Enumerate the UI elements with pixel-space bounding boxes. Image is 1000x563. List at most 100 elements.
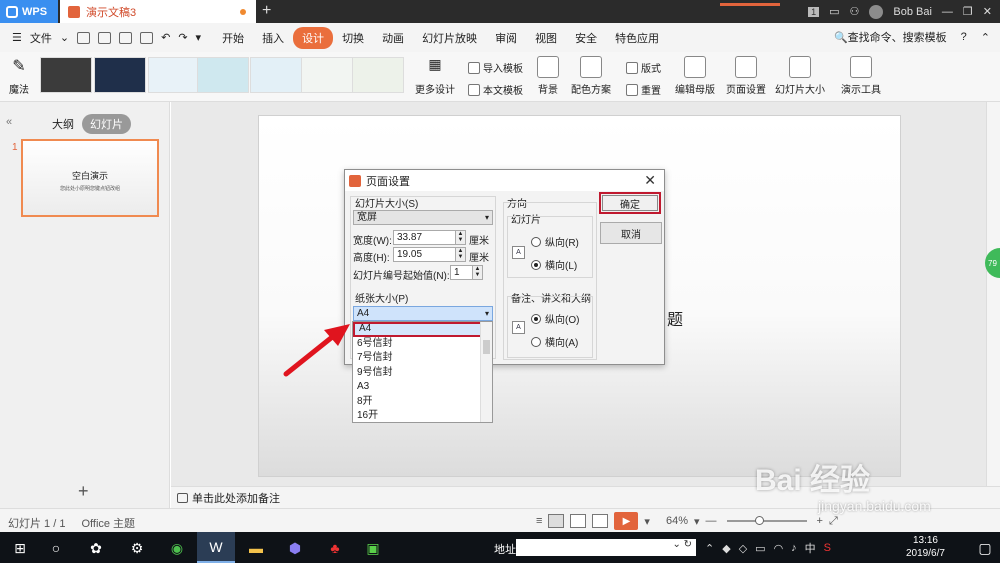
play-icon[interactable]: ▶ (614, 512, 639, 530)
slide-title-text[interactable]: 题 (667, 306, 683, 330)
tray-sogou-icon[interactable]: S (824, 542, 831, 554)
add-slide-button[interactable]: + (78, 481, 89, 502)
design-thumb-1[interactable] (40, 57, 92, 93)
tab-insert[interactable]: 插入 (253, 27, 293, 49)
reset-button[interactable]: 重置 (626, 82, 661, 97)
hamburger-icon[interactable]: ☰ (12, 31, 22, 44)
more-design-button[interactable]: ▦ 更多设计 (412, 56, 458, 96)
dialog-close-icon[interactable]: ✕ (644, 172, 656, 189)
save-icon[interactable] (77, 31, 91, 44)
windows-start-icon[interactable]: ⊞ (10, 538, 30, 558)
import-template-button[interactable]: 导入模板 (468, 60, 523, 75)
wps-home-tab[interactable]: WPS (0, 0, 58, 23)
zoom-knob[interactable] (754, 516, 764, 525)
slide-thumbnail[interactable]: 空白演示 您此处小原明您键点钮改组 (21, 139, 159, 217)
help-icon[interactable]: ? (961, 31, 967, 43)
undo-icon[interactable]: ↶ (161, 31, 170, 44)
slides-portrait-radio[interactable]: 纵向(R) (531, 234, 579, 249)
collapse-ribbon-icon[interactable]: ⌃ (981, 31, 990, 44)
height-input[interactable]: 19.05 ▲ ▼ (393, 247, 466, 262)
zoom-dropdown-icon[interactable]: ▾ (694, 515, 700, 528)
background-button[interactable]: 背景 (532, 56, 564, 96)
start-number-input[interactable]: 1 ▲ ▼ (450, 265, 483, 280)
design-thumb-7[interactable] (352, 57, 404, 93)
width-spinner-icon[interactable]: ▲ ▼ (455, 231, 465, 244)
slide-size-button[interactable]: 幻灯片大小 (772, 56, 828, 96)
task-view-icon[interactable]: ✿ (86, 538, 106, 558)
user-name[interactable]: Bob Bai (893, 6, 932, 18)
dropdown-option[interactable]: A3 (353, 380, 492, 395)
tab-review[interactable]: 审阅 (486, 27, 526, 49)
slides-landscape-radio[interactable]: 横向(L) (531, 257, 577, 272)
tab-view[interactable]: 视图 (526, 27, 566, 49)
tab-transition[interactable]: 切换 (333, 27, 373, 49)
presenter-tools-button[interactable]: 演示工具 (838, 56, 884, 96)
tab-security[interactable]: 安全 (566, 27, 606, 49)
dropdown-option[interactable]: 8开 (353, 395, 492, 410)
start-number-spinner-icon[interactable]: ▲ ▼ (472, 266, 482, 279)
notifications-icon[interactable]: ▢ (975, 538, 995, 558)
tab-special[interactable]: 特色应用 (606, 27, 668, 49)
tray-network-icon[interactable]: ◇ (739, 542, 747, 555)
wps-taskbar-icon[interactable]: W (197, 532, 235, 563)
dropdown-option[interactable]: 6号信封 (353, 337, 492, 352)
design-thumb-6[interactable] (301, 57, 353, 93)
notes-landscape-radio[interactable]: 横向(A) (531, 334, 578, 349)
tray-volume-icon[interactable]: ♪ (791, 542, 797, 554)
edit-master-button[interactable]: 编辑母版 (674, 56, 716, 96)
close-icon[interactable]: ✕ (983, 5, 992, 18)
sorter-view-icon[interactable] (570, 514, 587, 528)
normal-view-icon[interactable] (548, 514, 565, 528)
tab-slides[interactable]: 幻灯片 (82, 114, 131, 134)
notes-portrait-radio[interactable]: 纵向(O) (531, 311, 579, 326)
file-menu[interactable]: 文件 (30, 30, 52, 46)
zoom-level[interactable]: 64% (666, 515, 688, 527)
magic-button[interactable]: ✎ 魔法 (6, 56, 32, 96)
clock[interactable]: 13:16 2019/6/7 (906, 534, 945, 560)
color-scheme-button[interactable]: 配色方案 (568, 56, 614, 96)
tab-start[interactable]: 开始 (213, 27, 253, 49)
tray-chevron-icon[interactable]: ⌃ (705, 542, 714, 555)
cancel-button[interactable]: 取消 (600, 222, 662, 244)
print-icon[interactable] (119, 31, 133, 44)
settings-gear-icon[interactable]: ⚙ (127, 538, 147, 558)
this-template-button[interactable]: 本文模板 (468, 82, 523, 97)
search-command[interactable]: 🔍查找命令、搜索模板 (834, 29, 947, 45)
zoom-out-icon[interactable]: — (706, 515, 717, 527)
height-spinner-icon[interactable]: ▲ ▼ (455, 248, 465, 261)
shirt-icon[interactable]: ⚇ (850, 5, 860, 18)
dropdown-scroll-thumb[interactable] (483, 340, 490, 354)
chevron-down-icon[interactable]: ⌄ (60, 31, 69, 44)
design-thumb-3[interactable] (148, 57, 200, 93)
width-input[interactable]: 33.87 ▲ ▼ (393, 230, 466, 245)
tab-outline[interactable]: 大纲 (44, 114, 82, 134)
restore-icon[interactable]: ❐ (963, 5, 973, 18)
cortana-icon[interactable]: ○ (46, 538, 66, 558)
avatar[interactable] (869, 4, 884, 19)
tray-battery-icon[interactable]: ▭ (755, 542, 765, 555)
fit-window-icon[interactable]: ⤢ (829, 515, 838, 528)
skin-icon[interactable]: ▭ (829, 5, 839, 18)
minimize-icon[interactable]: — (942, 6, 953, 18)
address-bar[interactable]: ⌄ ↻ (516, 539, 696, 556)
tray-wifi-icon[interactable]: ◠ (774, 542, 784, 555)
new-tab-button[interactable]: + (262, 2, 271, 20)
iqiyi-icon[interactable]: ▣ (363, 538, 383, 558)
slide-size-select[interactable]: 宽屏 ▾ (353, 210, 493, 225)
dropdown-option[interactable]: 9号信封 (353, 366, 492, 381)
qq-icon[interactable]: ♣ (325, 538, 345, 558)
tab-slideshow[interactable]: 幻灯片放映 (413, 27, 486, 49)
collapse-panel-icon[interactable]: « (6, 116, 12, 128)
document-tab[interactable]: 演示文稿3 (60, 0, 256, 23)
notes-toggle-icon[interactable]: ≡ (536, 515, 542, 527)
design-thumb-4[interactable] (197, 57, 249, 93)
play-options-icon[interactable]: ▾ (644, 515, 650, 528)
app-icon[interactable]: ⬢ (285, 538, 305, 558)
page-setup-button[interactable]: 页面设置 (724, 56, 768, 96)
tab-animation[interactable]: 动画 (373, 27, 413, 49)
file-explorer-icon[interactable]: ▬ (246, 538, 266, 558)
zoom-in-icon[interactable]: + (817, 515, 823, 527)
preview-icon[interactable] (140, 31, 154, 44)
zoom-slider[interactable] (726, 516, 807, 525)
tray-app-icon[interactable]: ◆ (722, 542, 730, 555)
